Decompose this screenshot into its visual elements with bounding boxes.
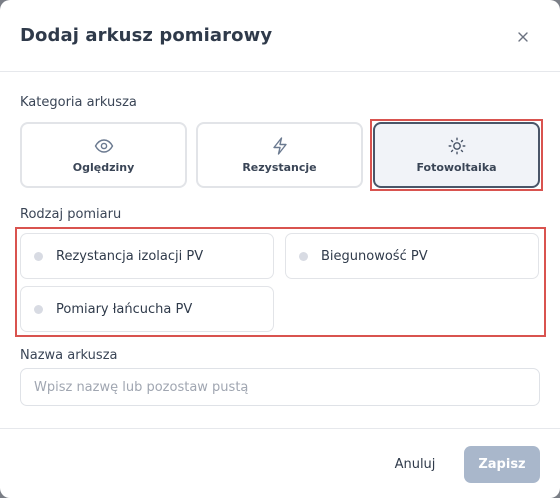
close-button[interactable] xyxy=(512,26,534,48)
dialog-header: Dodaj arkusz pomiarowy xyxy=(0,0,560,72)
sheet-name-input[interactable] xyxy=(20,368,540,406)
category-label: Kategoria arkusza xyxy=(20,95,137,110)
add-sheet-dialog: Dodaj arkusz pomiarowy Kategoria arkusza… xyxy=(0,0,560,498)
category-option-label: Rezystancje xyxy=(242,161,317,174)
category-option-fotowoltaika[interactable]: Fotowoltaika xyxy=(373,122,540,188)
category-option-rezystancje[interactable]: Rezystancje xyxy=(196,122,363,188)
measurement-option-label: Pomiary łańcucha PV xyxy=(56,301,193,317)
category-option-label: Oględziny xyxy=(72,161,135,174)
measurement-option-rezystancja-izolacji[interactable]: Rezystancja izolacji PV xyxy=(20,233,274,279)
lightning-icon xyxy=(272,137,288,155)
sheet-name-label: Nazwa arkusza xyxy=(20,348,118,363)
dialog-title: Dodaj arkusz pomiarowy xyxy=(20,25,273,46)
measurement-option-pomiary-lancucha[interactable]: Pomiary łańcucha PV xyxy=(20,286,274,332)
measurement-option-biegunowosc[interactable]: Biegunowość PV xyxy=(285,233,539,279)
category-option-label: Fotowoltaika xyxy=(416,161,497,174)
close-icon xyxy=(518,32,528,42)
dialog-footer: Anuluj Zapisz xyxy=(0,428,560,498)
radio-dot xyxy=(34,304,43,314)
category-option-ogledziny[interactable]: Oględziny xyxy=(20,122,187,188)
radio-dot xyxy=(299,251,308,261)
eye-icon xyxy=(94,137,114,155)
measurement-option-label: Rezystancja izolacji PV xyxy=(56,248,204,264)
save-button[interactable]: Zapisz xyxy=(464,446,540,483)
measurement-option-label: Biegunowość PV xyxy=(321,248,428,264)
radio-dot xyxy=(34,251,43,261)
measurement-type-label: Rodzaj pomiaru xyxy=(20,207,122,222)
sun-icon xyxy=(448,137,466,155)
cancel-button[interactable]: Anuluj xyxy=(380,446,450,482)
